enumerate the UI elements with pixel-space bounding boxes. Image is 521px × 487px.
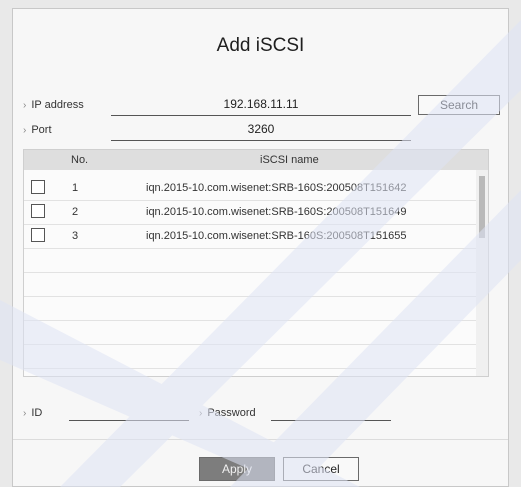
table-row[interactable]: 1 iqn.2015-10.com.wisenet:SRB-160S:20050…	[24, 176, 476, 201]
iscsi-table: No. iSCSI name 1 iqn.2015-10.com.wisenet…	[23, 149, 489, 377]
scrollbar-thumb[interactable]	[479, 176, 485, 238]
empty-row	[24, 320, 476, 345]
column-header-no: No.	[71, 154, 89, 166]
footer-divider	[13, 439, 508, 440]
empty-row	[24, 296, 476, 321]
search-button[interactable]: Search	[418, 95, 500, 115]
row-iscsi-name: iqn.2015-10.com.wisenet:SRB-160S:200508T…	[146, 206, 407, 218]
cancel-button[interactable]: Cancel	[283, 457, 359, 481]
table-header: No. iSCSI name	[24, 150, 488, 170]
ip-address-field[interactable]: 192.168.11.11	[111, 95, 411, 116]
row-checkbox[interactable]	[31, 180, 45, 194]
ip-address-label: IP address	[23, 99, 83, 111]
apply-button[interactable]: Apply	[199, 457, 275, 481]
empty-row	[24, 344, 476, 369]
table-scrollbar[interactable]	[476, 170, 488, 376]
port-field[interactable]: 3260	[111, 120, 411, 141]
empty-row	[24, 272, 476, 297]
row-checkbox[interactable]	[31, 204, 45, 218]
port-label: Port	[23, 124, 51, 136]
add-iscsi-dialog: Add iSCSI IP address 192.168.11.11 Searc…	[12, 8, 509, 487]
password-label: Password	[199, 407, 255, 419]
column-header-iscsi-name: iSCSI name	[260, 154, 319, 166]
password-field[interactable]	[271, 404, 391, 421]
empty-row	[24, 248, 476, 273]
row-iscsi-name: iqn.2015-10.com.wisenet:SRB-160S:200508T…	[146, 230, 407, 242]
id-label: ID	[23, 407, 42, 419]
table-row[interactable]: 2 iqn.2015-10.com.wisenet:SRB-160S:20050…	[24, 200, 476, 225]
row-number: 2	[72, 206, 79, 218]
id-field[interactable]	[69, 404, 189, 421]
row-number: 1	[72, 182, 79, 194]
row-checkbox[interactable]	[31, 228, 45, 242]
table-row[interactable]: 3 iqn.2015-10.com.wisenet:SRB-160S:20050…	[24, 224, 476, 249]
row-iscsi-name: iqn.2015-10.com.wisenet:SRB-160S:200508T…	[146, 182, 407, 194]
dialog-title: Add iSCSI	[216, 35, 305, 56]
row-number: 3	[72, 230, 79, 242]
